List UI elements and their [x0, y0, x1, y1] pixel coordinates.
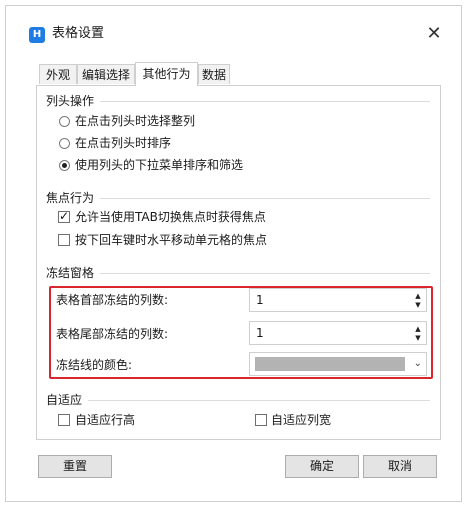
freeze-section-title: 冻结窗格 — [46, 266, 95, 280]
tab-appearance[interactable]: 外观 — [39, 64, 77, 84]
focus-section-title: 焦点行为 — [46, 191, 95, 205]
tab-data[interactable]: 数据 — [198, 64, 230, 84]
ok-button[interactable]: 确定 — [285, 455, 359, 478]
section-divider — [100, 198, 430, 199]
close-icon[interactable]: ✕ — [424, 24, 444, 44]
spin-up-icon[interactable]: ▲ — [413, 325, 423, 333]
freeze-head-label: 表格首部冻结的列数: — [56, 293, 169, 307]
checkbox-autofit-col-width[interactable] — [255, 414, 267, 426]
radio-select-column-label: 在点击列头时选择整列 — [75, 114, 196, 128]
spin-down-icon[interactable]: ▼ — [413, 301, 423, 309]
checkbox-tab-focus[interactable] — [58, 209, 70, 223]
freeze-tail-value: 1 — [256, 326, 264, 340]
freeze-head-value: 1 — [256, 293, 264, 307]
autofit-section-title: 自适应 — [46, 393, 83, 407]
checkbox-tab-focus-label: 允许当使用TAB切换焦点时获得焦点 — [75, 210, 266, 224]
checkbox-autofit-row-height[interactable] — [58, 414, 70, 426]
checkbox-autofit-row-height-label: 自适应行高 — [75, 413, 136, 427]
freeze-tail-label: 表格尾部冻结的列数: — [56, 327, 169, 341]
checkbox-enter-horizontal-label: 按下回车键时水平移动单元格的焦点 — [75, 233, 268, 247]
tab-edit-select[interactable]: 编辑选择 — [77, 64, 135, 84]
radio-dropdown-sort-filter-label: 使用列头的下拉菜单排序和筛选 — [75, 158, 244, 172]
freeze-head-stepper[interactable]: 1 ▲ ▼ — [249, 288, 427, 312]
app-logo-icon: H — [29, 27, 45, 43]
reset-button[interactable]: 重置 — [38, 455, 112, 478]
spin-up-icon[interactable]: ▲ — [413, 292, 423, 300]
cancel-button[interactable]: 取消 — [363, 455, 437, 478]
radio-dropdown-sort-filter[interactable] — [59, 160, 70, 171]
section-divider — [100, 273, 430, 274]
section-divider — [100, 101, 430, 102]
radio-select-column[interactable] — [59, 116, 70, 127]
radio-sort-column[interactable] — [59, 138, 70, 149]
tab-other-behavior[interactable]: 其他行为 — [135, 62, 198, 86]
checkbox-autofit-col-width-label: 自适应列宽 — [271, 413, 332, 427]
color-swatch — [255, 357, 405, 371]
column-header-section-title: 列头操作 — [46, 94, 95, 108]
spin-down-icon[interactable]: ▼ — [413, 334, 423, 342]
radio-sort-column-label: 在点击列头时排序 — [75, 136, 172, 150]
chevron-down-icon[interactable]: ⌄ — [414, 356, 422, 372]
section-divider — [88, 400, 430, 401]
freeze-line-color-label: 冻结线的颜色: — [56, 358, 133, 372]
freeze-line-color-dropdown[interactable]: ⌄ — [249, 352, 427, 376]
freeze-tail-stepper[interactable]: 1 ▲ ▼ — [249, 321, 427, 345]
checkbox-enter-horizontal[interactable] — [58, 234, 70, 246]
dialog-title: 表格设置 — [52, 26, 105, 41]
